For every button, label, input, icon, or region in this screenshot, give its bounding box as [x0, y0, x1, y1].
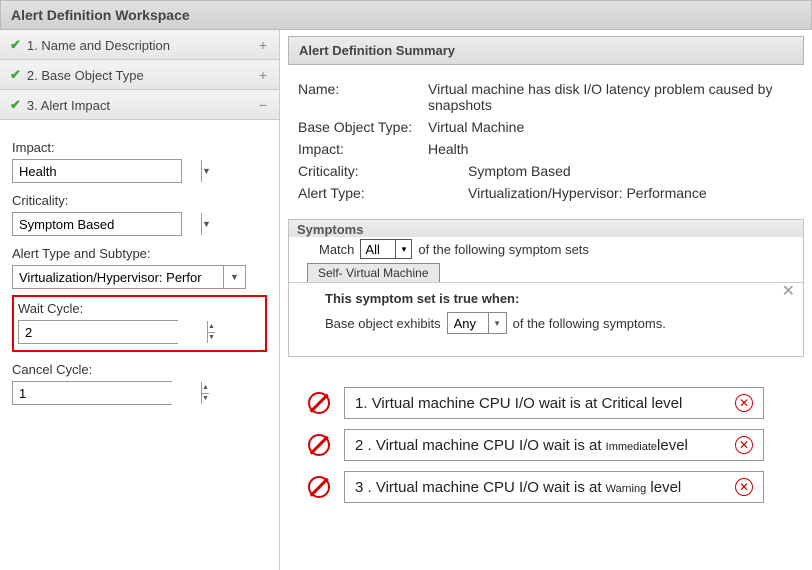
alert-type-label: Alert Type and Subtype: [12, 246, 267, 261]
delete-icon[interactable]: ✕ [735, 436, 753, 454]
check-icon: ✔ [10, 67, 21, 83]
summary-atype-value: Virtualization/Hypervisor: Performance [468, 185, 794, 201]
step-label: 1. Name and Description [27, 38, 170, 53]
symptom-num: 3 . [355, 479, 372, 496]
step-label: 3. Alert Impact [27, 98, 110, 113]
delete-icon[interactable]: ✕ [735, 478, 753, 496]
match-suffix: of the following symptom sets [418, 242, 589, 257]
symptom-level: Immediate [606, 441, 657, 453]
summary-header: Alert Definition Summary [288, 36, 804, 65]
wait-cycle-spinner[interactable]: ▲ ▼ [18, 320, 178, 344]
symptom-post: level [647, 395, 682, 412]
symptom-post: level [657, 437, 688, 454]
impact-input[interactable] [13, 160, 201, 182]
prohibited-icon [308, 476, 330, 498]
summary-bot-value: Virtual Machine [428, 119, 794, 135]
alert-impact-form: Impact: ▼ Criticality: ▼ Alert Type and … [0, 120, 279, 405]
step-alert-impact[interactable]: ✔ 3. Alert Impact − [0, 90, 279, 120]
summary-body: Name: Virtual machine has disk I/O laten… [288, 65, 804, 213]
chevron-down-icon[interactable]: ▼ [201, 160, 211, 182]
list-item: 2 . Virtual machine CPU I/O wait is at I… [308, 429, 804, 461]
spinner-down-icon[interactable]: ▼ [208, 333, 215, 344]
symptoms-panel: Symptoms Match ▼ of the following sympto… [288, 219, 804, 357]
symptom-level: Warning [606, 483, 647, 495]
chevron-down-icon[interactable]: ▼ [395, 240, 411, 258]
list-item: 3 . Virtual machine CPU I/O wait is at W… [308, 471, 804, 503]
symptoms-header: Symptoms [289, 220, 803, 237]
symptom-list: 1. Virtual machine CPU I/O wait is at Cr… [288, 377, 804, 513]
step-base-object-type[interactable]: ✔ 2. Base Object Type + [0, 60, 279, 90]
base-line-pre: Base object exhibits [325, 316, 441, 331]
chevron-down-icon[interactable]: ▼ [201, 213, 211, 235]
criticality-input[interactable] [13, 213, 201, 235]
chevron-down-icon[interactable]: ▼ [223, 266, 245, 288]
cancel-cycle-input[interactable] [13, 382, 201, 404]
right-panel: Alert Definition Summary Name: Virtual m… [280, 30, 812, 570]
summary-name-key: Name: [298, 81, 428, 113]
symptom-num: 2 . [355, 437, 372, 454]
symptom-set-body: ✕ This symptom set is true when: Base ob… [289, 282, 803, 342]
match-input[interactable] [361, 242, 395, 257]
impact-label: Impact: [12, 140, 267, 155]
cancel-cycle-label: Cancel Cycle: [12, 362, 267, 377]
any-select[interactable]: ▼ [447, 312, 507, 334]
summary-impact-key: Impact: [298, 141, 428, 157]
prohibited-icon [308, 392, 330, 414]
symptom-level: Critical [602, 395, 648, 412]
summary-crit-key: Criticality: [298, 163, 468, 179]
any-input[interactable] [448, 316, 488, 331]
summary-crit-value: Symptom Based [468, 163, 794, 179]
alert-type-select[interactable]: ▼ [12, 265, 246, 289]
tab-self-virtual-machine[interactable]: Self- Virtual Machine [307, 263, 440, 282]
criticality-label: Criticality: [12, 193, 267, 208]
prohibited-icon [308, 434, 330, 456]
summary-name-value: Virtual machine has disk I/O latency pro… [428, 81, 794, 113]
collapse-icon[interactable]: − [257, 97, 269, 113]
wait-cycle-input[interactable] [19, 321, 207, 343]
symptom-pre: Virtual machine CPU I/O wait is at [376, 437, 602, 454]
cancel-cycle-spinner[interactable]: ▲ ▼ [12, 381, 172, 405]
check-icon: ✔ [10, 97, 21, 113]
symptom-box: 2 . Virtual machine CPU I/O wait is at I… [344, 429, 764, 461]
spinner-up-icon[interactable]: ▲ [202, 382, 209, 394]
symptom-box: 1. Virtual machine CPU I/O wait is at Cr… [344, 387, 764, 419]
check-icon: ✔ [10, 37, 21, 53]
summary-atype-key: Alert Type: [298, 185, 468, 201]
symptom-pre: Virtual machine CPU I/O wait is at [376, 479, 606, 496]
match-label: Match [319, 242, 354, 257]
match-select[interactable]: ▼ [360, 239, 412, 259]
alert-type-input[interactable] [13, 266, 223, 288]
expand-icon[interactable]: + [257, 67, 269, 83]
summary-impact-value: Health [428, 141, 794, 157]
criticality-select[interactable]: ▼ [12, 212, 182, 236]
chevron-down-icon[interactable]: ▼ [488, 313, 506, 333]
list-item: 1. Virtual machine CPU I/O wait is at Cr… [308, 387, 804, 419]
symptom-num: 1. [355, 395, 368, 412]
summary-bot-key: Base Object Type: [298, 119, 428, 135]
step-label: 2. Base Object Type [27, 68, 144, 83]
symptom-pre: Virtual machine CPU I/O wait is at [372, 395, 602, 412]
wait-cycle-highlight: Wait Cycle: ▲ ▼ [12, 295, 267, 352]
impact-select[interactable]: ▼ [12, 159, 182, 183]
left-panel: ✔ 1. Name and Description + ✔ 2. Base Ob… [0, 30, 280, 570]
base-line-post: of the following symptoms. [513, 316, 666, 331]
step-name-and-description[interactable]: ✔ 1. Name and Description + [0, 30, 279, 60]
wait-cycle-label: Wait Cycle: [18, 301, 261, 316]
delete-icon[interactable]: ✕ [735, 394, 753, 412]
spinner-up-icon[interactable]: ▲ [208, 321, 215, 333]
expand-icon[interactable]: + [257, 37, 269, 53]
symptom-set-title: This symptom set is true when: [325, 291, 791, 306]
symptom-post: level [646, 479, 681, 496]
workspace-title: Alert Definition Workspace [0, 0, 812, 30]
symptom-box: 3 . Virtual machine CPU I/O wait is at W… [344, 471, 764, 503]
spinner-down-icon[interactable]: ▼ [202, 394, 209, 405]
close-icon[interactable]: ✕ [782, 281, 795, 301]
